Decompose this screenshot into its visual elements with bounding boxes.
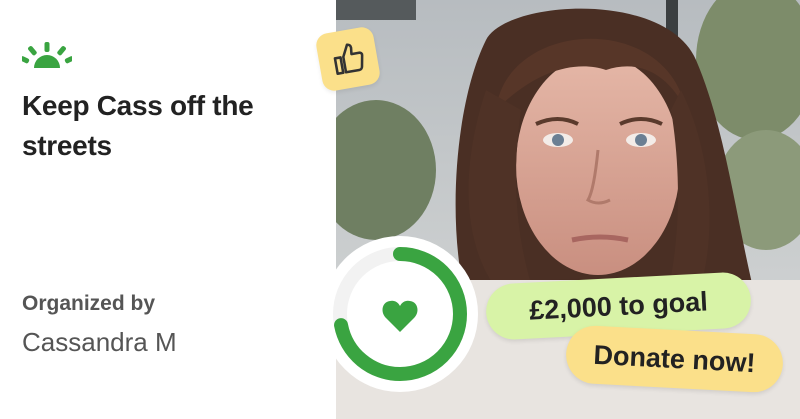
progress-ring — [322, 236, 478, 392]
donate-button-label: Donate now! — [592, 339, 757, 378]
goal-remaining-text: £2,000 to goal — [528, 285, 709, 326]
campaign-info-panel: Keep Cass off the streets Organized by C… — [0, 0, 336, 419]
thumbs-up-icon — [333, 43, 364, 76]
organized-by-label: Organized by — [22, 292, 156, 315]
sunrise-logo-icon — [22, 42, 72, 68]
campaign-title: Keep Cass off the streets — [22, 90, 254, 161]
organizer-name: Cassandra M — [22, 327, 177, 357]
thumbs-up-badge — [314, 25, 382, 93]
donate-now-button[interactable]: Donate now! — [564, 324, 785, 394]
